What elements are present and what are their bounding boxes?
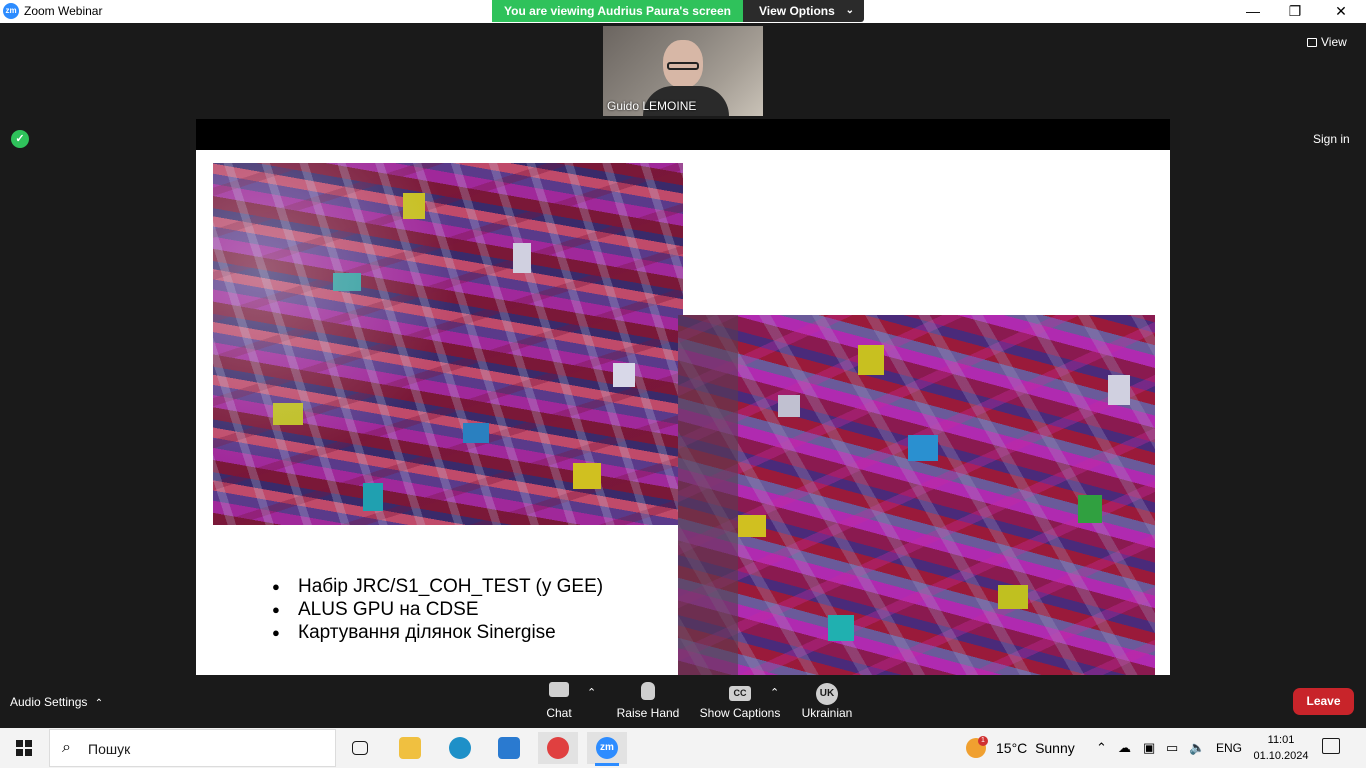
active-app-indicator <box>595 763 619 766</box>
audio-settings-button[interactable]: Audio Settings ⌃ <box>10 695 103 709</box>
grid-view-icon <box>1307 38 1317 47</box>
window-title: Zoom Webinar <box>24 4 103 18</box>
edge-browser-icon[interactable] <box>440 732 480 764</box>
shared-slide: Набір JRC/S1_COH_TEST (у GEE) ALUS GPU н… <box>196 150 1170 675</box>
volume-icon[interactable]: 🔈 <box>1189 740 1205 756</box>
minimize-button[interactable]: — <box>1230 0 1276 23</box>
leave-button[interactable]: Leave <box>1293 688 1354 715</box>
satellite-image-coherence <box>213 163 683 525</box>
view-button[interactable]: View <box>1307 35 1347 49</box>
view-options-label: View Options <box>759 4 835 18</box>
network-icon[interactable]: ▣ <box>1143 740 1155 756</box>
chevron-up-icon: ⌃ <box>94 698 104 709</box>
captions-options-caret-icon[interactable]: ⌃ <box>770 686 779 699</box>
bullet-item: ALUS GPU на CDSE <box>272 598 603 621</box>
bullet-item: Картування ділянок Sinergise <box>272 621 603 644</box>
show-captions-label: Show Captions <box>699 706 781 720</box>
view-options-button[interactable]: View Options ⌄ <box>743 0 864 22</box>
speaker-video-tile[interactable]: Guido LEMOINE <box>603 26 763 116</box>
speaker-glasses <box>667 62 699 70</box>
close-button[interactable]: ✕ <box>1318 0 1364 23</box>
notification-center-icon[interactable] <box>1322 738 1340 754</box>
weather-alert-badge: 1 <box>978 736 988 746</box>
clock-date: 01.10.2024 <box>1253 750 1309 762</box>
chat-button[interactable]: Chat <box>540 682 578 720</box>
viewing-screen-banner: You are viewing Audrius Paura's screen <box>492 0 743 22</box>
restore-button[interactable]: ❐ <box>1272 0 1318 23</box>
shared-screen-header <box>196 119 1170 150</box>
taskbar-search-input[interactable]: ⌕ Пошук <box>49 729 336 767</box>
onedrive-cloud-icon[interactable]: ☁ <box>1118 740 1131 756</box>
tray-overflow-chevron-icon[interactable]: ⌃ <box>1096 740 1107 756</box>
slide-bullet-list: Набір JRC/S1_COH_TEST (у GEE) ALUS GPU н… <box>272 575 603 644</box>
raise-hand-label: Raise Hand <box>616 706 680 720</box>
weather-temperature: 15°C <box>996 740 1028 756</box>
speaker-name: Guido LEMOINE <box>607 99 697 113</box>
file-explorer-icon[interactable] <box>390 732 430 764</box>
title-bar: zm Zoom Webinar You are viewing Audrius … <box>0 0 1366 23</box>
zoom-logo-icon: zm <box>3 3 19 19</box>
security-shield-icon[interactable]: ✓ <box>11 130 29 148</box>
mail-icon[interactable] <box>489 732 529 764</box>
language-interpretation-button[interactable]: UK Ukrainian <box>800 682 854 720</box>
chat-options-caret-icon[interactable]: ⌃ <box>587 686 596 699</box>
input-language-indicator[interactable]: ENG <box>1216 741 1242 755</box>
chat-label: Chat <box>546 706 572 720</box>
weather-widget[interactable]: 15°C Sunny <box>996 740 1075 756</box>
hand-icon <box>614 682 682 702</box>
chevron-down-icon: ⌄ <box>845 5 854 16</box>
audio-settings-label: Audio Settings <box>10 695 88 709</box>
weather-condition: Sunny <box>1035 740 1075 756</box>
search-icon: ⌕ <box>62 739 71 756</box>
windows-start-icon[interactable] <box>16 740 32 756</box>
sign-in-button[interactable]: Sign in <box>1313 132 1350 146</box>
taskbar-clock[interactable]: 11:01 01.10.2024 <box>1253 732 1309 764</box>
task-view-icon[interactable] <box>340 732 380 764</box>
windows-taskbar: ⌕ Пошук zm 1 15°C Sunny ⌃ ☁ ▣ ▭ 🔈 ENG 11… <box>0 728 1366 768</box>
raise-hand-button[interactable]: Raise Hand <box>614 682 682 720</box>
language-label: Ukrainian <box>801 706 853 720</box>
clock-time: 11:01 <box>1267 734 1295 746</box>
language-icon: UK <box>800 682 854 705</box>
satellite-image-parcels <box>678 315 1155 675</box>
bullet-item: Набір JRC/S1_COH_TEST (у GEE) <box>272 575 603 598</box>
search-placeholder: Пошук <box>88 741 131 757</box>
battery-icon[interactable]: ▭ <box>1166 740 1178 756</box>
zoom-taskbar-icon[interactable]: zm <box>587 732 627 766</box>
view-label: View <box>1321 35 1347 49</box>
chat-icon <box>540 682 578 702</box>
opera-browser-icon[interactable] <box>538 732 578 764</box>
